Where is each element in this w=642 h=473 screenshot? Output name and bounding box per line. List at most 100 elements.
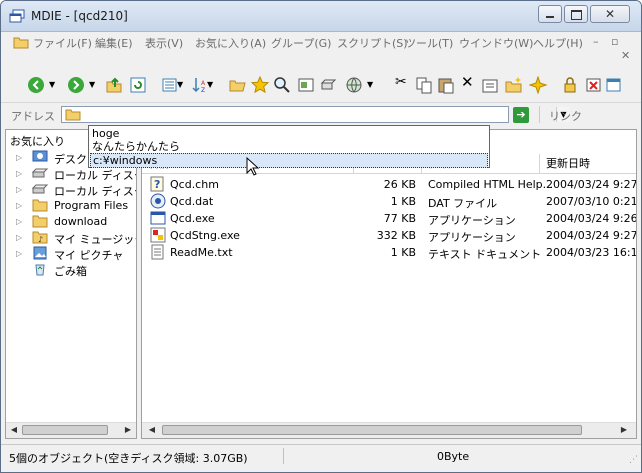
file-size: 332 KB <box>376 229 416 242</box>
resize-grip-icon[interactable]: ⋰ <box>629 455 638 465</box>
close-button[interactable]: ✕ <box>590 5 630 23</box>
scroll-right-icon[interactable]: ▶ <box>122 425 134 435</box>
suggestion-item-selected[interactable]: c:¥windows <box>90 153 488 168</box>
file-size: 77 KB <box>383 212 416 225</box>
tree-item-label: ごみ箱 <box>54 265 87 278</box>
maximize-button[interactable] <box>564 5 588 23</box>
open-folder-icon[interactable] <box>229 76 247 94</box>
internet-dropdown-icon[interactable]: ▼ <box>367 80 385 98</box>
mdi-restore-icon[interactable]: ▫ <box>611 35 618 48</box>
app-window: MDIE - [qcd210] ✕ ファイル(F) 編集(E) 表示(V) お気… <box>0 0 642 473</box>
menu-group[interactable]: グループ(G) <box>271 35 331 51</box>
file-date: 2004/03/24 9:27 <box>546 229 637 242</box>
new-folder-icon[interactable] <box>505 76 523 94</box>
favorites-star-icon[interactable] <box>251 76 269 94</box>
delete-icon[interactable]: ✕ <box>461 73 479 91</box>
file-row[interactable]: Qcd.dat 1 KB DAT ファイル 2007/03/10 0:21 <box>142 193 636 210</box>
drive-toolbar-icon[interactable] <box>319 76 337 94</box>
left-horizontal-scrollbar[interactable]: ◀ ▶ <box>6 422 136 438</box>
menu-edit[interactable]: 編集(E) <box>95 35 133 51</box>
scroll-left-icon[interactable]: ◀ <box>146 425 158 435</box>
menu-help[interactable]: ヘルプ(H) <box>533 35 583 51</box>
search-icon[interactable] <box>273 76 291 94</box>
file-row[interactable]: QcdStng.exe 332 KB アプリケーション 2004/03/24 9… <box>142 227 636 244</box>
file-row[interactable]: ReadMe.txt 1 KB テキスト ドキュメント 2004/03/23 1… <box>142 244 636 261</box>
scroll-thumb[interactable] <box>162 425 582 435</box>
sparkle-icon[interactable] <box>529 76 547 94</box>
up-folder-icon[interactable] <box>105 76 123 94</box>
tree-item-label: download <box>54 215 108 228</box>
copy-icon[interactable] <box>415 76 433 94</box>
menu-tools[interactable]: ツール(T) <box>405 35 453 51</box>
back-icon[interactable] <box>27 76 45 94</box>
file-name: Qcd.exe <box>170 212 215 225</box>
menu-bar: ファイル(F) 編集(E) 表示(V) お気に入り(A) グループ(G) スクリ… <box>1 32 641 62</box>
scroll-left-icon[interactable]: ◀ <box>8 425 20 435</box>
mdi-minimize-icon[interactable]: – <box>593 35 599 48</box>
menu-file[interactable]: ファイル(F) <box>33 35 92 51</box>
expand-icon[interactable]: ▷ <box>16 233 22 242</box>
title-bar[interactable]: MDIE - [qcd210] ✕ <box>1 1 641 32</box>
links-label[interactable]: リンク <box>549 108 582 124</box>
tree-item-label: マイ ミュージック <box>54 233 137 246</box>
thumbnail-icon[interactable] <box>297 76 315 94</box>
file-size: 26 KB <box>383 178 416 191</box>
menu-favorites[interactable]: お気に入り(A) <box>195 35 266 51</box>
file-name: Qcd.chm <box>170 178 219 191</box>
back-dropdown-icon[interactable]: ▼ <box>49 80 67 98</box>
maximize-icon <box>571 10 582 20</box>
status-selected-size: 0Byte <box>437 450 470 463</box>
file-list-pane: 名前 サイズ 種類 更新日時 ? Qcd.chm 26 KB Compiled … <box>141 129 637 439</box>
refresh-icon[interactable] <box>129 76 147 94</box>
desktop-icon <box>32 150 48 162</box>
tree-item-label: ローカル ディスク (D:) <box>54 185 136 198</box>
address-label: アドレス <box>11 110 55 123</box>
minimize-button[interactable] <box>538 5 562 23</box>
file-name: QcdStng.exe <box>170 229 240 242</box>
address-suggestion-list: hoge なんたらかんたら c:¥windows <box>88 125 490 168</box>
tree-item-label: Program Files <box>54 199 129 212</box>
forward-icon[interactable] <box>67 76 85 94</box>
folder-icon <box>13 37 29 49</box>
scroll-thumb[interactable] <box>22 425 108 435</box>
file-row[interactable]: ? Qcd.chm 26 KB Compiled HTML Help... 20… <box>142 176 636 193</box>
expand-icon[interactable]: ▷ <box>16 249 22 258</box>
go-button[interactable]: ➔ <box>513 107 529 123</box>
file-row[interactable]: Qcd.exe 77 KB アプリケーション 2004/03/24 9:26 <box>142 210 636 227</box>
file-name: Qcd.dat <box>170 195 214 208</box>
column-header-date[interactable]: 更新日時 <box>540 154 636 174</box>
menu-view[interactable]: 表示(V) <box>145 35 183 51</box>
paste-icon[interactable] <box>437 76 455 94</box>
properties-icon[interactable] <box>481 76 499 94</box>
cut-icon[interactable]: ✂ <box>395 74 413 92</box>
folder-icon <box>32 199 48 212</box>
expand-icon[interactable]: ▷ <box>16 201 22 210</box>
suggestion-item[interactable]: なんたらかんたら <box>90 140 488 153</box>
favorites-header: お気に入り <box>10 135 65 148</box>
menu-window[interactable]: ウインドウ(W) <box>459 35 533 51</box>
file-type: DAT ファイル <box>428 197 498 210</box>
menu-script[interactable]: スクリプト(S) <box>337 35 408 51</box>
close-tab-icon[interactable] <box>585 76 603 94</box>
window-tile-icon[interactable] <box>605 76 623 94</box>
file-date: 2004/03/24 9:26 <box>546 212 637 225</box>
suggestion-item[interactable]: hoge <box>90 127 488 140</box>
scroll-right-icon[interactable]: ▶ <box>618 425 630 435</box>
sort-dropdown-icon[interactable]: ▼ <box>207 80 225 98</box>
arrow-right-icon: ➔ <box>516 108 526 121</box>
mdi-close-icon[interactable]: ✕ <box>621 49 630 62</box>
lock-icon[interactable] <box>561 76 579 94</box>
expand-icon[interactable]: ▷ <box>16 217 22 226</box>
file-type: アプリケーション <box>428 214 516 227</box>
address-input[interactable]: ▼ <box>61 106 570 123</box>
favorites-tree-pane: お気に入り ▷ デスクトップ ▷ ローカル ディスク (C:) ▷ ローカル デ… <box>5 129 137 439</box>
tree-item-label: マイ ピクチャ <box>54 249 124 262</box>
expand-icon[interactable]: ▷ <box>16 153 22 162</box>
expand-icon[interactable]: ▷ <box>16 185 22 194</box>
internet-icon[interactable] <box>345 76 363 94</box>
right-horizontal-scrollbar[interactable]: ◀ ▶ <box>142 422 636 438</box>
file-type: アプリケーション <box>428 231 516 244</box>
expand-icon[interactable]: ▷ <box>16 169 22 178</box>
dat-file-icon <box>150 193 166 209</box>
file-type: Compiled HTML Help... <box>428 178 554 191</box>
